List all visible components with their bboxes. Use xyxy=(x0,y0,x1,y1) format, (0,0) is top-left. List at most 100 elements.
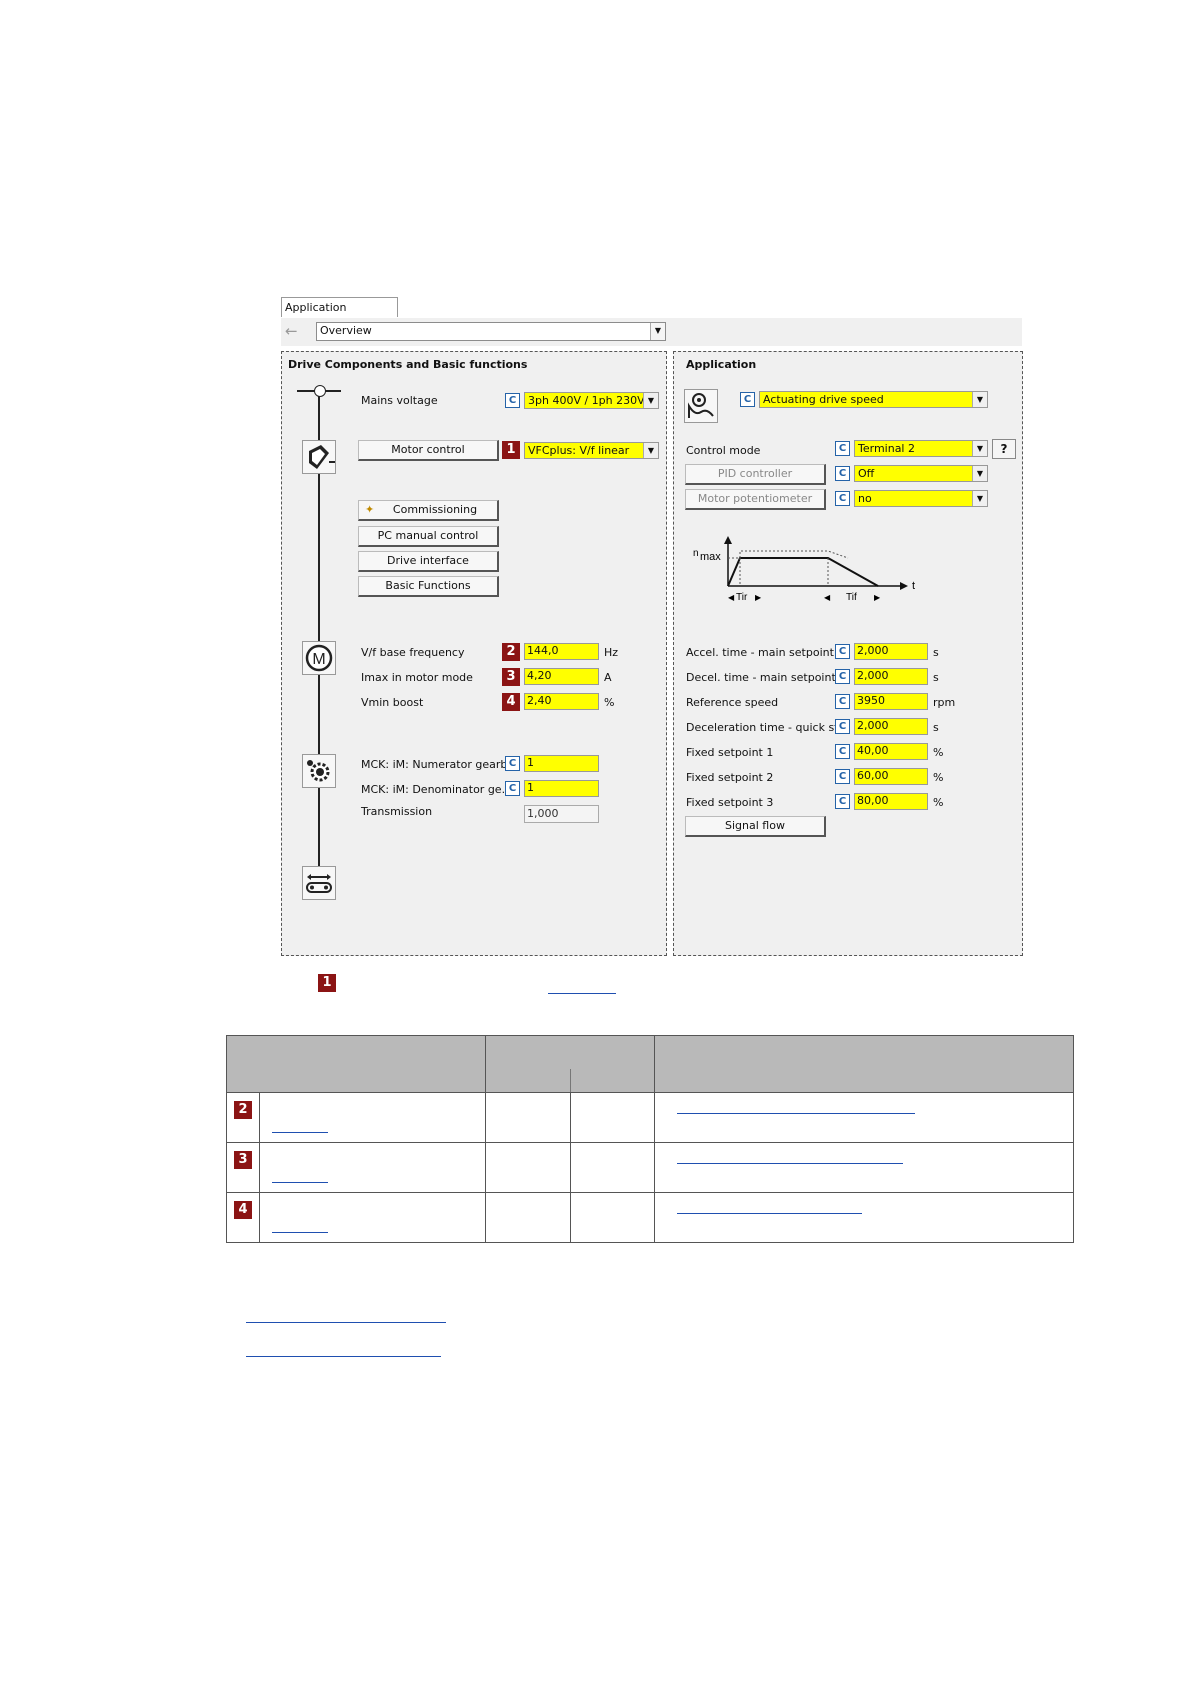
motor-control-select[interactable]: VFCplus: V/f linear ▼ xyxy=(524,442,659,459)
motor-icon: M xyxy=(302,641,336,675)
table-cell xyxy=(654,1142,1074,1193)
tif-left-arrow: ◀ xyxy=(824,593,831,602)
t-label: t xyxy=(912,580,915,592)
n-label: n xyxy=(693,548,699,559)
table-row: 4 xyxy=(226,1192,1074,1243)
decel-unit: s xyxy=(933,671,939,684)
tir-right-arrow: ▶ xyxy=(755,593,762,602)
tab-application-parameters[interactable]: Application Parameters xyxy=(281,297,398,334)
control-mode-select[interactable]: Terminal 2 ▼ xyxy=(854,440,988,457)
table-badge-4: 4 xyxy=(234,1201,252,1219)
chevron-down-icon: ▼ xyxy=(972,466,987,481)
c-button-motor-pot[interactable]: C xyxy=(835,491,850,506)
mck-denominator-label: MCK: iM: Denominator ge.. xyxy=(361,783,509,796)
fixed-setpoint-1-label: Fixed setpoint 1 xyxy=(686,746,774,759)
mck-denominator-field[interactable]: 1 xyxy=(524,780,599,797)
decel-label: Decel. time - main setpoint xyxy=(686,671,836,684)
table-link[interactable] xyxy=(677,1163,904,1164)
application-panel-title: Application xyxy=(686,358,757,371)
table-cell xyxy=(569,1142,656,1193)
fixed-setpoint-2-unit: % xyxy=(933,771,944,784)
c-button-ref-speed[interactable]: C xyxy=(835,694,850,709)
fixed-setpoint-1-field[interactable]: 40,00 xyxy=(854,743,928,760)
gearbox-icon xyxy=(302,754,336,788)
c-button-fs1[interactable]: C xyxy=(835,744,850,759)
fixed-setpoint-2-label: Fixed setpoint 2 xyxy=(686,771,774,784)
c-button-pid[interactable]: C xyxy=(835,466,850,481)
pid-select[interactable]: Off ▼ xyxy=(854,465,988,482)
c-button-application[interactable]: C xyxy=(740,392,755,407)
motor-pot-select[interactable]: no ▼ xyxy=(854,490,988,507)
table-header-row xyxy=(226,1035,1074,1093)
table-cell xyxy=(484,1192,571,1243)
tif-right-arrow: ▶ xyxy=(874,593,881,602)
c-button-decel[interactable]: C xyxy=(835,669,850,684)
mck-numerator-field[interactable]: 1 xyxy=(524,755,599,772)
transmission-value: 1,000 xyxy=(524,805,599,823)
c-button-accel[interactable]: C xyxy=(835,644,850,659)
time-axis-arrow xyxy=(900,582,908,590)
table-row: 2 xyxy=(226,1092,1074,1143)
table-link[interactable] xyxy=(271,1232,328,1233)
reference-speed-label: Reference speed xyxy=(686,696,779,709)
view-select-value: Overview xyxy=(320,324,372,337)
mains-voltage-select[interactable]: 3ph 400V / 1ph 230V ▼ xyxy=(524,392,659,409)
table-link[interactable] xyxy=(271,1132,328,1133)
table-badge-3: 3 xyxy=(234,1151,252,1169)
table-header-cell xyxy=(654,1035,1074,1093)
table-cell xyxy=(569,1092,656,1143)
footer-link-2[interactable] xyxy=(246,1356,441,1357)
c-button-quick-stop[interactable]: C xyxy=(835,719,850,734)
pid-controller-button[interactable]: PID controller xyxy=(685,464,826,485)
reference-speed-field[interactable]: 3950 xyxy=(854,693,928,710)
table-cell xyxy=(484,1142,571,1193)
legend-link-underline[interactable] xyxy=(548,993,616,994)
decel-field[interactable]: 2,000 xyxy=(854,668,928,685)
imax-field[interactable]: 4,20 xyxy=(524,668,599,685)
fixed-setpoint-3-field[interactable]: 80,00 xyxy=(854,793,928,810)
fixed-setpoint-2-field[interactable]: 60,00 xyxy=(854,768,928,785)
c-button-mck-den[interactable]: C xyxy=(505,781,520,796)
c-button-mck-num[interactable]: C xyxy=(505,756,520,771)
view-select[interactable]: Overview ▼ xyxy=(316,322,666,341)
table-link[interactable] xyxy=(677,1213,863,1214)
application-value: Actuating drive speed xyxy=(763,393,884,406)
table-link[interactable] xyxy=(271,1182,328,1183)
chevron-down-icon: ▼ xyxy=(643,443,658,458)
table-header-cell xyxy=(484,1035,656,1093)
c-button-fs2[interactable]: C xyxy=(835,769,850,784)
footer-link-1[interactable] xyxy=(246,1322,446,1323)
pc-manual-control-button[interactable]: PC manual control xyxy=(358,526,499,547)
basic-functions-button[interactable]: Basic Functions xyxy=(358,576,499,597)
signal-flow-button[interactable]: Signal flow xyxy=(685,816,826,837)
table-cell: 3 xyxy=(226,1142,260,1193)
mains-voltage-label: Mains voltage xyxy=(361,394,438,407)
badge-2: 2 xyxy=(502,643,520,661)
fixed-setpoint-1-unit: % xyxy=(933,746,944,759)
c-button-mains[interactable]: C xyxy=(505,393,520,408)
motor-potentiometer-button[interactable]: Motor potentiometer xyxy=(685,489,826,510)
application-select[interactable]: Actuating drive speed ▼ xyxy=(759,391,988,408)
quick-stop-field[interactable]: 2,000 xyxy=(854,718,928,735)
chevron-down-icon: ▼ xyxy=(972,392,987,407)
chevron-down-icon: ▼ xyxy=(972,491,987,506)
help-button[interactable]: ? xyxy=(992,439,1016,459)
vmin-unit: % xyxy=(604,696,615,709)
vf-base-field[interactable]: 144,0 xyxy=(524,643,599,660)
mck-numerator-label: MCK: iM: Numerator gearb.. xyxy=(361,758,515,771)
accel-field[interactable]: 2,000 xyxy=(854,643,928,660)
table-cell: 4 xyxy=(226,1192,260,1243)
back-arrow-icon[interactable]: ← xyxy=(285,322,303,340)
commissioning-button[interactable]: ✦ Commissioning xyxy=(358,500,499,521)
ramp-profile xyxy=(727,557,879,587)
c-button-fs3[interactable]: C xyxy=(835,794,850,809)
motor-control-button[interactable]: Motor control xyxy=(358,440,499,461)
c-button-control-mode[interactable]: C xyxy=(835,441,850,456)
drive-interface-button[interactable]: Drive interface xyxy=(358,551,499,572)
legend-badge-1: 1 xyxy=(318,974,336,992)
vmin-field[interactable]: 2,40 xyxy=(524,693,599,710)
accel-label: Accel. time - main setpoint xyxy=(686,646,834,659)
inverter-icon xyxy=(302,440,336,474)
tir-label: Tir xyxy=(736,592,748,603)
table-link[interactable] xyxy=(677,1113,916,1114)
